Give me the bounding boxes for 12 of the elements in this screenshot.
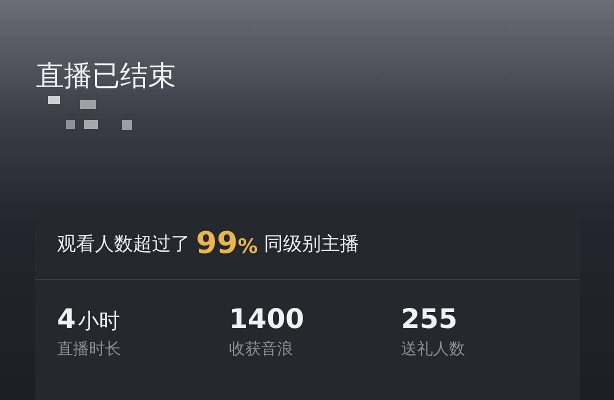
summary-text: 观看人数超过了 — [57, 232, 190, 256]
percentile-value: 99 — [196, 226, 238, 261]
percent-sign: % — [238, 234, 258, 258]
stat-value: 4 — [57, 304, 76, 335]
stat-value: 1400 — [229, 304, 304, 335]
stat-value: 255 — [401, 304, 458, 335]
stat-unit: 小时 — [78, 308, 120, 335]
stat-label: 直播时长 — [57, 339, 122, 360]
screen-title: 直播已结束 — [36, 58, 177, 94]
summary-text: 同级别主播 — [264, 232, 359, 256]
stat-label: 收获音浪 — [229, 339, 294, 360]
stat-label: 送礼人数 — [401, 339, 466, 360]
